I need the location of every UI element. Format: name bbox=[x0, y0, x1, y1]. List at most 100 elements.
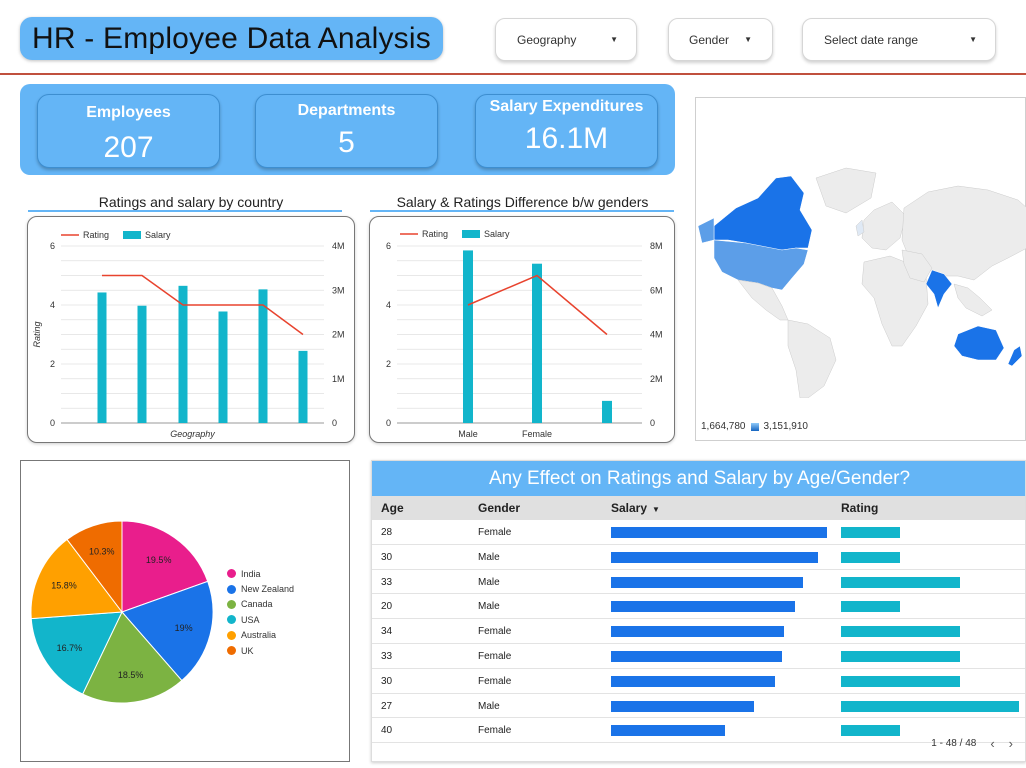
map-legend-max: 3,151,910 bbox=[763, 421, 809, 432]
kpi-salary-value: 16.1M bbox=[524, 122, 609, 155]
pie-legend-item[interactable]: India bbox=[227, 566, 294, 581]
legend-rating-label: Rating bbox=[422, 229, 448, 239]
map-region-south-america bbox=[787, 319, 837, 399]
salary-bar bbox=[611, 700, 754, 712]
pie-slice-label: 16.7% bbox=[57, 643, 83, 653]
map-region-europe bbox=[861, 201, 907, 251]
cell-age: 33 bbox=[381, 651, 393, 662]
x-tick-label: Female bbox=[522, 429, 552, 439]
pie-legend-label: Canada bbox=[241, 599, 273, 610]
header-divider bbox=[0, 73, 1026, 75]
kpi-departments-label: Departments bbox=[297, 102, 396, 119]
table-header: Age Gender Salary ▼ Rating bbox=[372, 496, 1025, 520]
legend-salary-label: Salary bbox=[145, 230, 171, 240]
salary-bar bbox=[611, 527, 827, 538]
salary-bar bbox=[611, 551, 819, 563]
chevron-down-icon: ▼ bbox=[744, 35, 752, 44]
chevron-left-icon[interactable]: ‹ bbox=[990, 736, 994, 751]
legend-salary-label: Salary bbox=[484, 229, 510, 239]
y-left-tick-label: 6 bbox=[50, 241, 55, 251]
salary-bar bbox=[611, 576, 804, 588]
pie-chart-box[interactable]: 19.5% 19% 18.5% 16.7% 15.8% 10.3% India New Ze… bbox=[20, 460, 350, 762]
chart-country-title: Ratings and salary by country bbox=[98, 194, 284, 210]
kpi-salary-card: Salary Expenditures 16.1M bbox=[475, 94, 658, 168]
pie-chart-svg: 19.5% 19% 18.5% 16.7% 15.8% 10.3% bbox=[30, 520, 214, 704]
y-right-tick-label: 0 bbox=[332, 418, 337, 428]
y-left-tick-label: 2 bbox=[386, 359, 391, 369]
col-header-age[interactable]: Age bbox=[381, 501, 404, 515]
y-right-tick-label: 1M bbox=[332, 374, 345, 384]
legend-salary-swatch bbox=[462, 230, 480, 238]
table-row[interactable]: 27 Male bbox=[372, 694, 1025, 719]
legend-rating-label: Rating bbox=[83, 230, 109, 240]
rating-bar bbox=[841, 576, 961, 588]
col-header-gender[interactable]: Gender bbox=[478, 501, 520, 515]
y-left-tick-label: 6 bbox=[386, 241, 391, 251]
pie-slice-label: 18.5% bbox=[118, 670, 144, 680]
col-header-salary[interactable]: Salary ▼ bbox=[611, 501, 660, 515]
pie-legend-item[interactable]: New Zealand bbox=[227, 581, 294, 596]
cell-age: 30 bbox=[381, 675, 393, 687]
pie-legend-label: Australia bbox=[241, 630, 277, 641]
legend-dot bbox=[227, 615, 236, 625]
table-row[interactable]: 34 Female bbox=[372, 619, 1025, 644]
legend-dot bbox=[227, 569, 236, 579]
y-right-tick-label: 0 bbox=[650, 418, 655, 428]
chart-gender-svg: Rating Salary 0 2 4 6 0 2M 4M 6M 8M Male Female bbox=[386, 229, 663, 439]
salary-bar bbox=[97, 292, 107, 423]
salary-bar bbox=[611, 675, 776, 687]
kpi-employees-label: Employees bbox=[86, 104, 171, 121]
table-row[interactable]: 40 Female bbox=[372, 718, 1025, 744]
table-row[interactable]: 30 Male bbox=[372, 545, 1025, 570]
date-range-filter-label: Select date range bbox=[824, 32, 919, 47]
map-region-alaska bbox=[697, 217, 715, 244]
chevron-right-icon[interactable]: › bbox=[1009, 736, 1013, 751]
pie-slice-label: 10.3% bbox=[89, 547, 115, 557]
dashboard-title: HR - Employee Data Analysis bbox=[32, 21, 431, 55]
pie-legend-item[interactable]: Canada bbox=[227, 597, 294, 612]
rating-bar bbox=[841, 725, 900, 737]
legend-salary-swatch bbox=[123, 231, 141, 239]
chart-gender[interactable]: Rating Salary 0 2 4 6 0 2M 4M 6M 8M Male Female bbox=[369, 216, 675, 443]
x-tick-label: Male bbox=[458, 429, 478, 439]
geo-map[interactable]: 1,664,780 3,151,910 bbox=[695, 97, 1026, 441]
y-right-tick-label: 2M bbox=[332, 330, 345, 340]
table-row[interactable]: 33 Female bbox=[372, 644, 1025, 669]
table-title: Any Effect on Ratings and Salary by Age/… bbox=[372, 461, 1025, 496]
gender-filter[interactable]: Gender ▼ bbox=[668, 18, 773, 61]
pie-legend-item[interactable]: USA bbox=[227, 612, 294, 627]
rating-bar bbox=[841, 700, 1019, 712]
col-header-rating[interactable]: Rating bbox=[841, 501, 878, 515]
salary-bar bbox=[178, 285, 188, 423]
sort-caret-icon: ▼ bbox=[652, 505, 660, 514]
rating-bar bbox=[841, 527, 900, 538]
chevron-down-icon: ▼ bbox=[610, 35, 618, 44]
date-range-filter[interactable]: Select date range ▼ bbox=[802, 18, 996, 61]
y-left-tick-label: 2 bbox=[50, 359, 55, 369]
cell-age: 30 bbox=[381, 551, 393, 563]
cell-gender: Female bbox=[478, 651, 512, 662]
pie-legend-label: New Zealand bbox=[241, 584, 295, 595]
pie-slice-label: 19.5% bbox=[146, 555, 172, 565]
salary-bar bbox=[611, 601, 795, 613]
kpi-departments-card: Departments 5 bbox=[255, 94, 438, 168]
salary-bar bbox=[298, 350, 308, 423]
legend-dot bbox=[227, 630, 236, 640]
table-row[interactable]: 20 Male bbox=[372, 594, 1025, 620]
table-pager: 1 - 48 / 48 ‹ › bbox=[931, 736, 1013, 751]
pie-legend-item[interactable]: UK bbox=[227, 643, 294, 658]
cell-gender: Female bbox=[478, 675, 512, 687]
pie-legend-item[interactable]: Australia bbox=[227, 628, 294, 643]
cell-age: 40 bbox=[381, 725, 393, 737]
table-row[interactable]: 33 Male bbox=[372, 570, 1025, 595]
map-region-greenland bbox=[815, 167, 877, 214]
table-row[interactable]: 28 Female bbox=[372, 520, 1025, 545]
kpi-departments-value: 5 bbox=[338, 126, 355, 159]
geography-filter[interactable]: Geography ▼ bbox=[495, 18, 637, 61]
chart-country[interactable]: Rating Salary 0 2 4 6 0 1M 2M 3M 4M Geography Rating bbox=[27, 216, 355, 443]
y-right-tick-label: 3M bbox=[332, 285, 345, 295]
chart-gender-title-underline bbox=[370, 210, 674, 212]
table-row[interactable]: 30 Female bbox=[372, 669, 1025, 694]
y-left-tick-label: 4 bbox=[386, 300, 391, 310]
map-region-new-zealand bbox=[1007, 345, 1023, 367]
